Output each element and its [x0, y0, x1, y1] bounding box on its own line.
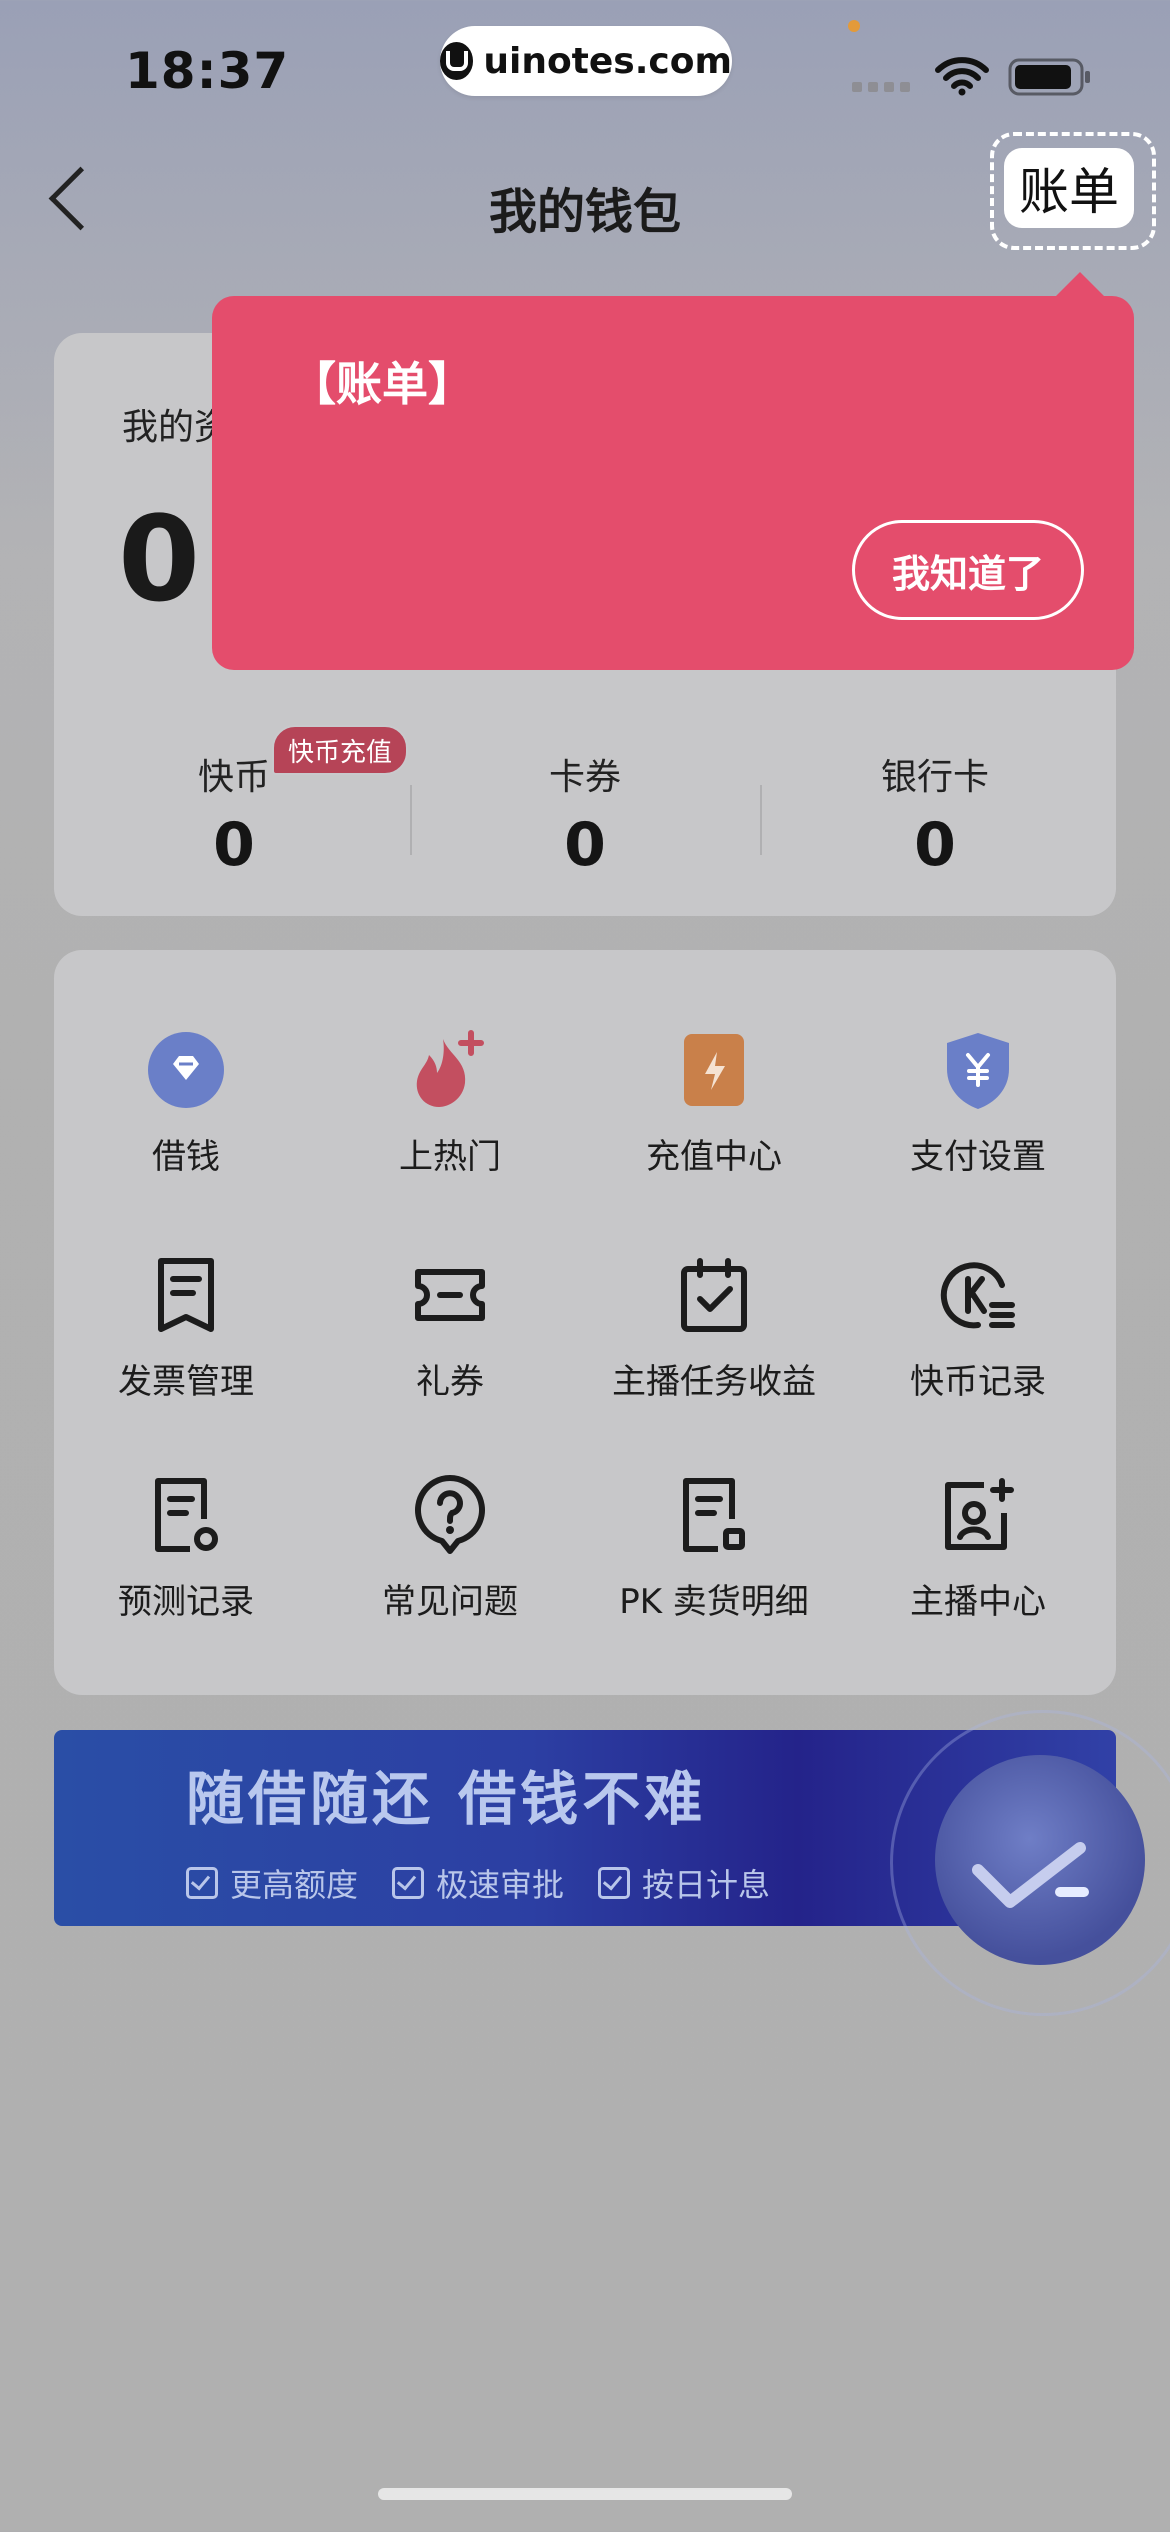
popup-arrow — [1054, 272, 1106, 298]
grid-item-label: 上热门 — [399, 1137, 501, 1177]
grid-item-label: 借钱 — [152, 1137, 220, 1177]
borrow-icon — [141, 1025, 231, 1115]
flame-icon — [405, 1025, 495, 1115]
grid-item-label: 充值中心 — [646, 1137, 782, 1177]
wifi-icon — [935, 57, 989, 96]
checkbox-icon — [186, 1867, 218, 1899]
recharge-icon — [669, 1025, 759, 1115]
privacy-indicator-dot — [848, 20, 860, 32]
stat-label: 卡券 — [548, 757, 621, 798]
stat-value: 0 — [213, 810, 255, 880]
kcoin-record-icon — [933, 1250, 1023, 1340]
banner-feature: 更高额度 — [186, 1860, 358, 1906]
grid-item-label: PK 卖货明细 — [619, 1582, 809, 1622]
stat-value: 0 — [564, 810, 606, 880]
cellular-signal-icon — [852, 82, 910, 92]
invoice-icon — [141, 1250, 231, 1340]
banner-feature: 极速审批 — [392, 1860, 564, 1906]
grid-item-anchor-task-income[interactable]: 主播任务收益 — [582, 1250, 846, 1403]
stat-coupons[interactable]: 卡券 0 — [410, 748, 760, 880]
watermark-text: uinotes.com — [483, 40, 732, 82]
grid-item-gift-coupon[interactable]: 礼券 — [318, 1250, 582, 1403]
calendar-check-icon — [669, 1250, 759, 1340]
battery-icon — [1008, 58, 1090, 96]
grid-item-label: 礼券 — [416, 1362, 484, 1402]
stat-bank-cards[interactable]: 银行卡 0 — [760, 748, 1110, 880]
pk-detail-icon — [669, 1470, 759, 1560]
stat-value: 0 — [914, 810, 956, 880]
grid-item-anchor-center[interactable]: 主播中心 — [846, 1470, 1110, 1623]
home-indicator[interactable] — [378, 2488, 792, 2500]
watermark-pill: uinotes.com — [440, 26, 732, 96]
grid-item-faq[interactable]: 常见问题 — [318, 1470, 582, 1623]
banner-feature-label: 更高额度 — [230, 1866, 359, 1904]
banner-feature-label: 按日计息 — [642, 1866, 771, 1904]
banner-feature: 按日计息 — [598, 1860, 770, 1906]
question-icon — [405, 1470, 495, 1560]
ticket-icon — [405, 1250, 495, 1340]
stat-label: 银行卡 — [880, 757, 989, 798]
grid-item-kcoin-record[interactable]: 快币记录 — [846, 1250, 1110, 1403]
grid-item-invoice[interactable]: 发票管理 — [54, 1250, 318, 1403]
grid-item-label: 常见问题 — [382, 1582, 518, 1622]
grid-item-label: 快币记录 — [910, 1362, 1046, 1402]
watermark-logo-icon — [440, 42, 474, 80]
banner-features: 更高额度 极速审批 按日计息 — [186, 1860, 770, 1906]
grid-item-borrow[interactable]: 借钱 — [54, 1025, 318, 1178]
recharge-badge[interactable]: 快币充值 — [272, 725, 409, 775]
banner-title: 随借随还 借钱不难 — [186, 1765, 707, 1833]
grid-item-hot[interactable]: 上热门 — [318, 1025, 582, 1178]
checkbox-icon — [598, 1867, 631, 1899]
grid-item-pk-detail[interactable]: PK 卖货明细 — [582, 1470, 846, 1623]
anchor-center-icon — [933, 1470, 1023, 1560]
prediction-record-icon — [141, 1470, 231, 1560]
grid-item-label: 主播中心 — [910, 1582, 1046, 1622]
popup-title: 【账单】 — [290, 357, 474, 411]
grid-item-prediction-record[interactable]: 预测记录 — [54, 1470, 318, 1623]
shield-yuan-icon — [933, 1025, 1023, 1115]
grid-item-label: 发票管理 — [118, 1362, 254, 1402]
grid-item-label: 主播任务收益 — [612, 1362, 816, 1402]
grid-item-label: 预测记录 — [118, 1582, 254, 1622]
bill-button[interactable]: 账单 — [1004, 148, 1134, 228]
grid-item-recharge[interactable]: 充值中心 — [582, 1025, 846, 1178]
banner-check-icon — [972, 1842, 1089, 1908]
grid-item-payment-settings[interactable]: 支付设置 — [846, 1025, 1110, 1178]
grid-item-label: 支付设置 — [910, 1137, 1046, 1177]
got-it-button[interactable]: 我知道了 — [852, 520, 1084, 620]
checkbox-icon — [392, 1867, 425, 1899]
status-time: 18:37 — [125, 42, 290, 100]
banner-feature-label: 极速审批 — [436, 1866, 565, 1904]
